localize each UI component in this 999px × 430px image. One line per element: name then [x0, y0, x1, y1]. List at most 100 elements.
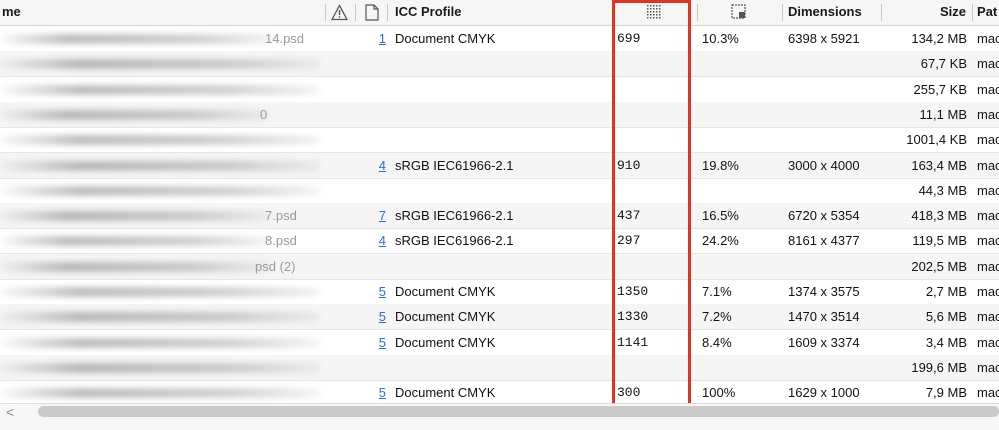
- resolution-value: 1330: [617, 309, 649, 324]
- redacted-filename: [0, 211, 270, 221]
- path-value: mac: [977, 107, 999, 122]
- icc-profile: Document CMYK: [395, 385, 496, 400]
- table-row[interactable]: 67,7 KB mac: [0, 51, 999, 77]
- warning-triangle-icon: [331, 4, 349, 24]
- dimensions-value: 6398 x 5921: [788, 31, 860, 46]
- size-value: 5,6 MB: [925, 309, 967, 324]
- table-row[interactable]: 7.psd 7 sRGB IEC61966-2.1 437 16.5% 6720…: [0, 203, 999, 229]
- layer-count-link[interactable]: [372, 355, 386, 380]
- document-icon: [365, 4, 379, 24]
- column-header-resolution[interactable]: [646, 0, 664, 25]
- resolution-value: 300: [617, 385, 641, 400]
- file-name-suffix: psd (2): [255, 259, 296, 274]
- layer-count-link[interactable]: [372, 102, 386, 127]
- size-value: 418,3 MB: [911, 208, 967, 223]
- ratio-value: 24.2%: [702, 233, 739, 248]
- table-row[interactable]: 0 11,1 MB mac: [0, 102, 999, 128]
- resolution-value: 699: [617, 31, 641, 46]
- file-name-suffix: 0: [260, 107, 268, 122]
- table-row[interactable]: 14.psd 1 Document CMYK 699 10.3% 6398 x …: [0, 26, 999, 52]
- layer-count-link[interactable]: [372, 178, 386, 203]
- ratio-value: 16.5%: [702, 208, 739, 223]
- path-value: mac: [977, 309, 999, 324]
- size-value: 7,9 MB: [925, 385, 967, 400]
- column-header-name[interactable]: me: [2, 0, 21, 25]
- size-value: 199,6 MB: [911, 360, 967, 375]
- column-header-path[interactable]: Pat: [977, 0, 997, 25]
- file-name-suffix: 14.psd: [265, 31, 305, 46]
- size-value: 202,5 MB: [911, 259, 967, 274]
- table-row[interactable]: 4 sRGB IEC61966-2.1 910 19.8% 3000 x 400…: [0, 153, 999, 179]
- column-divider[interactable]: [972, 4, 973, 21]
- column-divider[interactable]: [355, 4, 356, 21]
- layer-count-link[interactable]: [372, 51, 386, 76]
- path-value: mac: [977, 208, 999, 223]
- redacted-filename: [0, 287, 320, 297]
- resolution-value: 1141: [617, 335, 649, 350]
- column-divider[interactable]: [612, 4, 613, 21]
- column-divider[interactable]: [881, 4, 882, 21]
- horizontal-scrollbar[interactable]: <: [0, 403, 999, 430]
- table-row[interactable]: 5 Document CMYK 1330 7.2% 1470 x 3514 5,…: [0, 304, 999, 330]
- redacted-filename: [0, 85, 320, 95]
- column-header-icc-profile[interactable]: ICC Profile: [395, 0, 461, 25]
- icc-profile: Document CMYK: [395, 335, 496, 350]
- scroll-left-arrow-icon[interactable]: <: [6, 404, 14, 420]
- column-header-dimensions[interactable]: Dimensions: [788, 0, 862, 25]
- layer-count-link[interactable]: 4: [372, 153, 386, 178]
- path-value: mac: [977, 132, 999, 147]
- icc-profile: Document CMYK: [395, 309, 496, 324]
- ratio-value: 7.1%: [702, 284, 732, 299]
- column-header-ratio[interactable]: [731, 0, 749, 25]
- table-row[interactable]: psd (2) 202,5 MB mac: [0, 254, 999, 280]
- layer-count-link[interactable]: 5: [372, 279, 386, 304]
- dimensions-value: 1609 x 3374: [788, 335, 860, 350]
- scrollbar-thumb[interactable]: [38, 406, 999, 417]
- layer-count-link[interactable]: 5: [372, 304, 386, 329]
- layer-count-link[interactable]: 7: [372, 203, 386, 228]
- column-header-size[interactable]: Size: [940, 0, 966, 25]
- column-divider[interactable]: [697, 4, 698, 21]
- path-value: mac: [977, 284, 999, 299]
- ratio-value: 100%: [702, 385, 736, 400]
- table-row[interactable]: 255,7 KB mac: [0, 77, 999, 103]
- size-value: 2,7 MB: [925, 284, 967, 299]
- table-row[interactable]: 1001,4 KB mac: [0, 127, 999, 153]
- layer-count-link[interactable]: 4: [372, 228, 386, 253]
- dimensions-value: 3000 x 4000: [788, 158, 860, 173]
- layer-count-link[interactable]: 5: [372, 330, 386, 355]
- resolution-value: 1350: [617, 284, 649, 299]
- layer-count-link[interactable]: [372, 127, 386, 152]
- layer-count-link[interactable]: [372, 254, 386, 279]
- layer-count-link[interactable]: [372, 77, 386, 102]
- redacted-filename: [0, 34, 275, 44]
- column-divider[interactable]: [782, 4, 783, 21]
- layer-count-link[interactable]: 1: [372, 26, 386, 51]
- column-divider[interactable]: [325, 4, 326, 21]
- column-divider[interactable]: [387, 4, 388, 21]
- icc-profile: sRGB IEC61966-2.1: [395, 158, 514, 173]
- resolution-value: 297: [617, 233, 641, 248]
- resolution-value: 437: [617, 208, 641, 223]
- table-row[interactable]: 5 Document CMYK 1350 7.1% 1374 x 3575 2,…: [0, 279, 999, 305]
- ratio-value: 10.3%: [702, 31, 739, 46]
- table-row[interactable]: 199,6 MB mac: [0, 355, 999, 381]
- size-value: 11,1 MB: [919, 107, 967, 122]
- column-header-layers[interactable]: [365, 0, 381, 25]
- path-value: mac: [977, 259, 999, 274]
- table-row[interactable]: 5 Document CMYK 1141 8.4% 1609 x 3374 3,…: [0, 330, 999, 356]
- layer-count-link[interactable]: 5: [372, 380, 386, 405]
- column-header-warning[interactable]: [331, 0, 349, 25]
- table-row[interactable]: 44,3 MB mac: [0, 178, 999, 204]
- redacted-filename: [0, 110, 270, 120]
- path-value: mac: [977, 335, 999, 350]
- redacted-filename: [0, 161, 320, 171]
- resolution-value: 910: [617, 158, 641, 173]
- dimensions-value: 1374 x 3575: [788, 284, 860, 299]
- size-value: 3,4 MB: [925, 335, 967, 350]
- dimensions-value: 1470 x 3514: [788, 309, 860, 324]
- table-row[interactable]: 8.psd 4 sRGB IEC61966-2.1 297 24.2% 8161…: [0, 228, 999, 254]
- redacted-filename: [0, 388, 320, 398]
- size-value: 1001,4 KB: [906, 132, 967, 147]
- dimensions-value: 6720 x 5354: [788, 208, 860, 223]
